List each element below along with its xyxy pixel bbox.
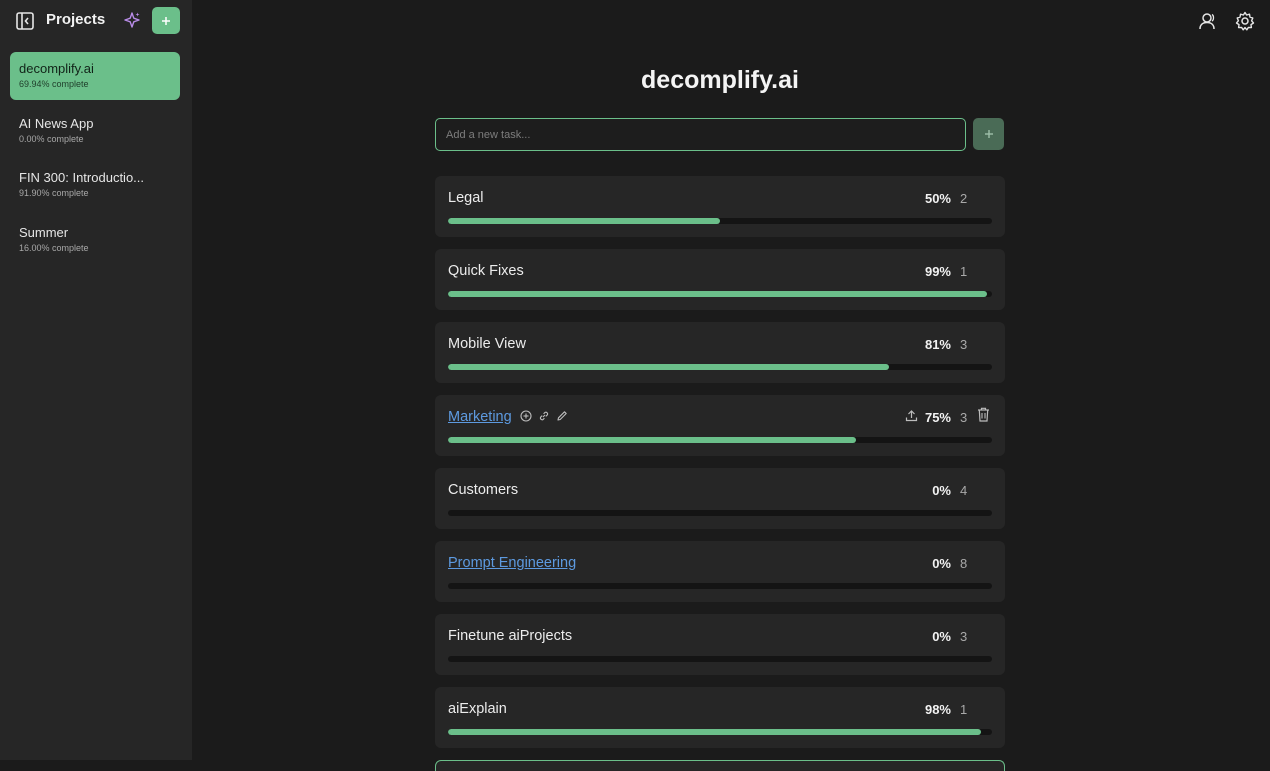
new-task-input[interactable] <box>435 118 966 151</box>
task-group-percent: 0% <box>932 483 951 498</box>
plus-icon <box>984 129 994 139</box>
task-group-percent: 0% <box>932 556 951 571</box>
add-project-button[interactable] <box>152 7 180 34</box>
progress-bar <box>448 437 992 443</box>
project-name: Summer <box>19 224 69 240</box>
task-group-percent: 75% <box>924 410 951 425</box>
progress-bar <box>448 583 992 589</box>
progress-fill <box>448 729 982 735</box>
task-group-name: Customers <box>448 482 519 498</box>
project-progress-text: 91.90% complete <box>19 188 89 198</box>
task-count: 4 <box>960 483 968 498</box>
link-icon[interactable] <box>538 410 550 422</box>
task-group-card[interactable]: Legal 50% 2 <box>435 176 1005 237</box>
task-group-card[interactable]: aiExplain 98% 1 <box>435 687 1005 748</box>
task-count: 3 <box>960 410 968 425</box>
sidebar-header: Projects <box>0 0 192 40</box>
task-group-percent: 99% <box>924 264 951 279</box>
page-title: decomplify.ai <box>641 66 799 94</box>
progress-fill <box>448 437 856 443</box>
progress-bar <box>448 656 992 662</box>
sparkle-icon[interactable] <box>123 11 141 29</box>
progress-bar <box>448 729 992 735</box>
progress-fill <box>448 291 987 297</box>
task-group-percent: 98% <box>924 702 951 717</box>
project-item[interactable]: decomplify.ai 69.94% complete <box>10 52 180 100</box>
progress-fill <box>448 218 720 224</box>
task-group-card[interactable]: Quick Fixes 99% 1 <box>435 249 1005 310</box>
task-count: 2 <box>960 191 968 206</box>
task-group-link[interactable]: Marketing <box>448 409 512 425</box>
task-group-percent: 0% <box>932 629 951 644</box>
task-count: 1 <box>960 264 968 279</box>
project-name: decomplify.ai <box>19 61 94 76</box>
progress-bar <box>448 510 992 516</box>
task-group-name: Mobile View <box>448 336 526 352</box>
plus-icon <box>161 16 171 26</box>
progress-bar <box>448 364 992 370</box>
task-count: 3 <box>960 629 968 644</box>
pencil-icon[interactable] <box>556 410 568 422</box>
task-group-name: Finetune aiProjects <box>448 628 573 644</box>
sidebar-toggle-icon[interactable] <box>16 12 34 30</box>
project-progress-text: 69.94% complete <box>19 79 89 89</box>
task-count: 8 <box>960 556 968 571</box>
task-group-card[interactable]: Finetune aiProjects 0% 3 <box>435 614 1005 675</box>
add-task-button[interactable] <box>973 118 1004 150</box>
progress-bar <box>448 291 992 297</box>
progress-bar <box>448 218 992 224</box>
task-count: 3 <box>960 337 968 352</box>
task-group-card[interactable]: Customers 0% 4 <box>435 468 1005 529</box>
task-group-name: aiExplain <box>448 701 507 717</box>
project-name: AI News App <box>19 115 94 131</box>
project-item[interactable]: Summer 16.00% complete <box>10 216 180 264</box>
task-group-list: Legal 50% 2 Quick Fixes 99% 1 Mobile Vie… <box>435 176 1005 771</box>
task-group-percent: 81% <box>924 337 951 352</box>
project-progress-text: 0.00% complete <box>19 133 84 144</box>
task-group-link[interactable]: Prompt Engineering <box>448 555 576 571</box>
upload-icon[interactable] <box>905 409 918 422</box>
task-group-card[interactable]: Marketing 75% 3 <box>435 395 1005 456</box>
progress-fill <box>448 364 889 370</box>
task-group-tools <box>520 410 568 422</box>
sidebar: Projects decomplify.ai 69.94% complete A… <box>0 0 192 760</box>
trash-icon[interactable] <box>977 407 990 422</box>
task-group-name: Quick Fixes <box>448 263 524 279</box>
task-group-card[interactable]: Mobile View 81% 3 <box>435 322 1005 383</box>
task-group-name: Legal <box>448 190 484 206</box>
project-list: decomplify.ai 69.94% complete AI News Ap… <box>10 52 180 270</box>
add-circle-icon[interactable] <box>520 410 532 422</box>
user-icon[interactable] <box>1198 11 1218 31</box>
project-item[interactable]: FIN 300: Introductio... 91.90% complete <box>10 161 180 209</box>
project-name: FIN 300: Introductio... <box>19 170 145 185</box>
task-count: 1 <box>960 702 968 717</box>
gear-icon[interactable] <box>1235 11 1255 31</box>
task-group-card[interactable] <box>435 760 1005 771</box>
task-group-percent: 50% <box>924 191 951 206</box>
sidebar-title: Projects <box>46 11 106 28</box>
task-group-card[interactable]: Prompt Engineering 0% 8 <box>435 541 1005 602</box>
project-item[interactable]: AI News App 0.00% complete <box>10 107 180 155</box>
project-progress-text: 16.00% complete <box>19 242 89 253</box>
